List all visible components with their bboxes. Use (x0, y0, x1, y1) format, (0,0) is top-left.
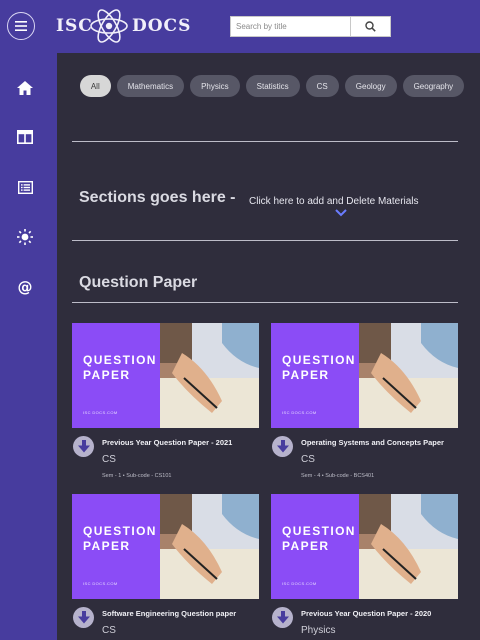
filter-chip-statistics[interactable]: Statistics (245, 75, 300, 97)
sidebar-item-list[interactable] (14, 177, 36, 197)
paper-thumbnail[interactable]: QUESTION PAPER ISC DOCS.COM (72, 494, 259, 599)
filter-chip-mathematics[interactable]: Mathematics (116, 75, 185, 97)
divider (72, 240, 458, 241)
thumbnail-site: ISC DOCS.COM (83, 581, 118, 586)
thumbnail-title: QUESTION PAPER (282, 524, 356, 553)
sidebar: @ (0, 53, 57, 640)
paper-title[interactable]: Software Engineering Question paper (102, 609, 236, 618)
search-icon (365, 21, 376, 32)
download-arrow-icon (77, 611, 90, 624)
main-content: All Mathematics Physics Statistics CS Ge… (57, 53, 480, 640)
paper-thumbnail[interactable]: QUESTION PAPER ISC DOCS.COM (271, 494, 458, 599)
paper-subject: CS (102, 625, 116, 636)
download-button[interactable] (272, 607, 293, 628)
sidebar-item-home[interactable] (14, 78, 36, 98)
divider (72, 302, 458, 303)
paper-subject: CS (102, 454, 116, 465)
paper-card[interactable]: QUESTION PAPER ISC DOCS.COM Software Engi… (72, 494, 259, 640)
top-bar: ISC DOCS (0, 0, 480, 53)
sidebar-item-contact[interactable]: @ (14, 277, 36, 297)
thumbnail-site: ISC DOCS.COM (83, 410, 118, 415)
sidebar-item-theme[interactable] (14, 227, 36, 247)
filter-chip-cs[interactable]: CS (305, 75, 339, 97)
search-button[interactable] (350, 16, 391, 37)
thumbnail-title: QUESTION PAPER (282, 353, 356, 382)
thumbnail-title: QUESTION PAPER (83, 524, 157, 553)
sidebar-item-layout[interactable] (14, 127, 36, 147)
paper-title[interactable]: Previous Year Question Paper - 2021 (102, 438, 232, 447)
logo-text-right: DOCS (132, 16, 192, 36)
at-icon: @ (18, 279, 33, 295)
svg-text:@: @ (18, 279, 33, 295)
paper-card[interactable]: QUESTION PAPER ISC DOCS.COM Previous Year… (271, 494, 458, 640)
thumbnail-title: QUESTION PAPER (83, 353, 157, 382)
menu-button[interactable] (7, 12, 35, 40)
thumbnail-site: ISC DOCS.COM (282, 410, 317, 415)
brightness-icon (17, 229, 33, 245)
paper-title[interactable]: Previous Year Question Paper - 2020 (301, 609, 431, 618)
sections-title: Sections goes here - (79, 189, 236, 206)
paper-title[interactable]: Operating Systems and Concepts Paper (301, 438, 444, 447)
paper-card[interactable]: QUESTION PAPER ISC DOCS.COM Operating Sys… (271, 323, 458, 493)
divider (72, 141, 458, 142)
home-icon (17, 81, 33, 95)
download-arrow-icon (276, 440, 289, 453)
paper-meta: Sem - 1 • Sub-code - CS101 (102, 473, 172, 479)
atom-logo-icon (90, 9, 128, 43)
thumbnail-site: ISC DOCS.COM (282, 581, 317, 586)
paper-thumbnail[interactable]: QUESTION PAPER ISC DOCS.COM (72, 323, 259, 428)
paper-subject: CS (301, 454, 315, 465)
site-logo[interactable]: ISC DOCS (56, 5, 190, 47)
paper-subject: Physics (301, 625, 336, 636)
paper-meta: Sem - 4 • Sub-code - BCS401 (301, 473, 375, 479)
filter-chip-geology[interactable]: Geology (344, 75, 397, 97)
download-button[interactable] (73, 607, 94, 628)
download-arrow-icon (77, 440, 90, 453)
paper-thumbnail[interactable]: QUESTION PAPER ISC DOCS.COM (271, 323, 458, 428)
filter-chip-all[interactable]: All (79, 75, 111, 97)
layout-icon (17, 130, 33, 144)
question-paper-heading: Question Paper (79, 274, 198, 291)
download-button[interactable] (73, 436, 94, 457)
filter-chip-physics[interactable]: Physics (190, 75, 240, 97)
hamburger-icon (15, 21, 27, 31)
download-arrow-icon (276, 611, 289, 624)
paper-card[interactable]: QUESTION PAPER ISC DOCS.COM Previous Year… (72, 323, 259, 493)
list-icon (17, 180, 33, 194)
chevron-down-icon[interactable] (335, 209, 347, 217)
search-input[interactable] (230, 16, 351, 37)
manage-materials-link[interactable]: Click here to add and Delete Materials (249, 196, 419, 207)
filter-chips: All Mathematics Physics Statistics CS Ge… (72, 75, 472, 97)
filter-chip-geography[interactable]: Geography (402, 75, 465, 97)
download-button[interactable] (272, 436, 293, 457)
